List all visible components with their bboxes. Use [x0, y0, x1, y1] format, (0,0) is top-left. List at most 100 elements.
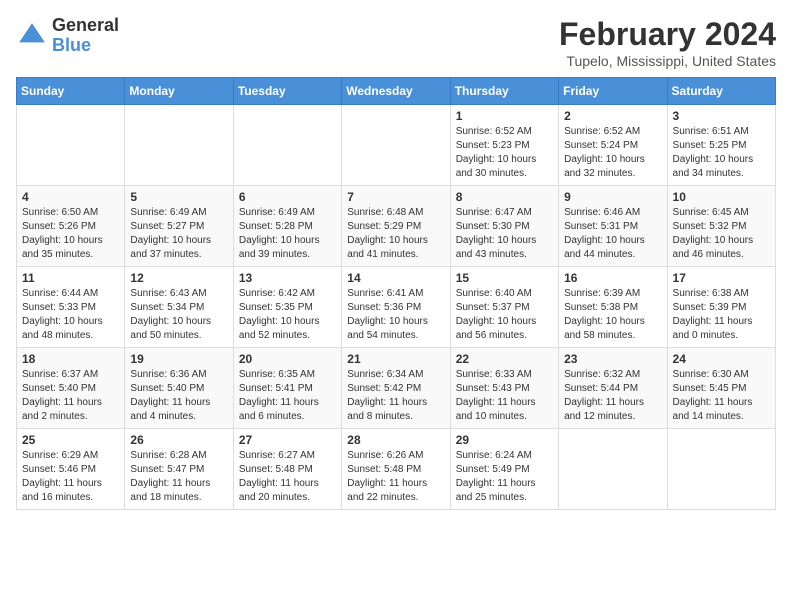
day-info: Sunrise: 6:39 AM Sunset: 5:38 PM Dayligh… — [564, 287, 661, 343]
day-number: 1 — [456, 109, 553, 123]
day-info: Sunrise: 6:48 AM Sunset: 5:29 PM Dayligh… — [347, 206, 444, 262]
calendar-day-cell: 2 Sunrise: 6:52 AM Sunset: 5:24 PM Daylig… — [559, 105, 667, 186]
calendar-day-cell: 29Sunrise: 6:24 AM Sunset: 5:49 PM Dayli… — [450, 429, 558, 510]
calendar-day-cell: 3Sunrise: 6:51 AM Sunset: 5:25 PM Daylig… — [667, 105, 775, 186]
day-number: 2 — [564, 109, 661, 123]
day-info: Sunrise: 6:42 AM Sunset: 5:35 PM Dayligh… — [239, 287, 336, 343]
calendar-day-cell: 19Sunrise: 6:36 AM Sunset: 5:40 PM Dayli… — [125, 348, 233, 429]
logo-icon — [16, 20, 48, 52]
day-info: Sunrise: 6:40 AM Sunset: 5:37 PM Dayligh… — [456, 287, 553, 343]
calendar-day-cell — [559, 429, 667, 510]
logo-text: General Blue — [52, 16, 119, 56]
calendar-week-row: 18 Sunrise: 6:37 AM Sunset: 5:40 PM Dayli… — [17, 348, 776, 429]
calendar-day-cell: 14 Sunrise: 6:41 AM Sunset: 5:36 PM Dayli… — [342, 267, 450, 348]
day-number: 6 — [239, 190, 336, 204]
day-number: 15 — [456, 271, 553, 285]
day-info: Sunrise: 6:43 AM Sunset: 5:34 PM Dayligh… — [130, 287, 227, 343]
day-info: Sunrise: 6:26 AM Sunset: 5:48 PM Dayligh… — [347, 449, 444, 505]
day-info: Sunrise: 6:30 AM Sunset: 5:45 PM Dayligh… — [673, 368, 770, 424]
day-info: Sunrise: 6:27 AM Sunset: 5:48 PM Dayligh… — [239, 449, 336, 505]
day-number: 22 — [456, 352, 553, 366]
month-title: February 2024 — [559, 16, 776, 53]
day-info: Sunrise: 6:41 AM Sunset: 5:36 PM Dayligh… — [347, 287, 444, 343]
day-info: Sunrise: 6:37 AM Sunset: 5:40 PM Dayligh… — [22, 368, 119, 424]
day-info: Sunrise: 6:36 AM Sunset: 5:40 PM Dayligh… — [130, 368, 227, 424]
day-info: Sunrise: 6:33 AM Sunset: 5:43 PM Dayligh… — [456, 368, 553, 424]
day-number: 10 — [673, 190, 770, 204]
calendar-day-cell — [667, 429, 775, 510]
calendar-day-cell: 27 Sunrise: 6:27 AM Sunset: 5:48 PM Dayli… — [233, 429, 341, 510]
day-info: Sunrise: 6:49 AM Sunset: 5:28 PM Dayligh… — [239, 206, 336, 262]
logo-blue-text: Blue — [52, 36, 119, 56]
day-number: 12 — [130, 271, 227, 285]
day-number: 18 — [22, 352, 119, 366]
calendar-day-cell: 16 Sunrise: 6:39 AM Sunset: 5:38 PM Dayli… — [559, 267, 667, 348]
day-info: Sunrise: 6:38 AM Sunset: 5:39 PM Dayligh… — [673, 287, 770, 343]
day-of-week-header: Monday — [125, 78, 233, 105]
day-info: Sunrise: 6:45 AM Sunset: 5:32 PM Dayligh… — [673, 206, 770, 262]
calendar-day-cell: 25 Sunrise: 6:29 AM Sunset: 5:46 PM Dayli… — [17, 429, 125, 510]
day-number: 4 — [22, 190, 119, 204]
day-number: 13 — [239, 271, 336, 285]
location-text: Tupelo, Mississippi, United States — [559, 53, 776, 69]
calendar-day-cell: 12 Sunrise: 6:43 AM Sunset: 5:34 PM Dayli… — [125, 267, 233, 348]
day-of-week-header: Friday — [559, 78, 667, 105]
day-of-week-header: Tuesday — [233, 78, 341, 105]
day-of-week-header: Thursday — [450, 78, 558, 105]
day-number: 27 — [239, 433, 336, 447]
calendar-day-cell: 1 Sunrise: 6:52 AM Sunset: 5:23 PM Daylig… — [450, 105, 558, 186]
day-info: Sunrise: 6:32 AM Sunset: 5:44 PM Dayligh… — [564, 368, 661, 424]
day-info: Sunrise: 6:44 AM Sunset: 5:33 PM Dayligh… — [22, 287, 119, 343]
day-info: Sunrise: 6:52 AM Sunset: 5:24 PM Dayligh… — [564, 125, 661, 181]
page-header: General Blue February 2024 Tupelo, Missi… — [16, 16, 776, 69]
calendar-day-cell: 6 Sunrise: 6:49 AM Sunset: 5:28 PM Daylig… — [233, 186, 341, 267]
day-number: 11 — [22, 271, 119, 285]
day-info: Sunrise: 6:50 AM Sunset: 5:26 PM Dayligh… — [22, 206, 119, 262]
logo: General Blue — [16, 16, 119, 56]
day-info: Sunrise: 6:47 AM Sunset: 5:30 PM Dayligh… — [456, 206, 553, 262]
calendar-day-cell — [342, 105, 450, 186]
day-number: 16 — [564, 271, 661, 285]
calendar-day-cell — [125, 105, 233, 186]
calendar-day-cell: 11 Sunrise: 6:44 AM Sunset: 5:33 PM Dayli… — [17, 267, 125, 348]
calendar-day-cell: 15 Sunrise: 6:40 AM Sunset: 5:37 PM Dayli… — [450, 267, 558, 348]
calendar-day-cell: 21Sunrise: 6:34 AM Sunset: 5:42 PM Dayli… — [342, 348, 450, 429]
calendar-day-cell: 20Sunrise: 6:35 AM Sunset: 5:41 PM Dayli… — [233, 348, 341, 429]
day-info: Sunrise: 6:29 AM Sunset: 5:46 PM Dayligh… — [22, 449, 119, 505]
calendar-day-cell: 24 Sunrise: 6:30 AM Sunset: 5:45 PM Dayli… — [667, 348, 775, 429]
calendar-day-cell: 9 Sunrise: 6:46 AM Sunset: 5:31 PM Daylig… — [559, 186, 667, 267]
calendar-week-row: 1 Sunrise: 6:52 AM Sunset: 5:23 PM Daylig… — [17, 105, 776, 186]
day-number: 9 — [564, 190, 661, 204]
calendar-table: SundayMondayTuesdayWednesdayThursdayFrid… — [16, 77, 776, 510]
day-number: 8 — [456, 190, 553, 204]
day-info: Sunrise: 6:52 AM Sunset: 5:23 PM Dayligh… — [456, 125, 553, 181]
calendar-day-cell: 13 Sunrise: 6:42 AM Sunset: 5:35 PM Dayli… — [233, 267, 341, 348]
calendar-day-cell: 5 Sunrise: 6:49 AM Sunset: 5:27 PM Daylig… — [125, 186, 233, 267]
calendar-day-cell: 10 Sunrise: 6:45 AM Sunset: 5:32 PM Dayli… — [667, 186, 775, 267]
day-info: Sunrise: 6:28 AM Sunset: 5:47 PM Dayligh… — [130, 449, 227, 505]
day-info: Sunrise: 6:34 AM Sunset: 5:42 PM Dayligh… — [347, 368, 444, 424]
day-number: 14 — [347, 271, 444, 285]
calendar-week-row: 4 Sunrise: 6:50 AM Sunset: 5:26 PM Daylig… — [17, 186, 776, 267]
day-number: 24 — [673, 352, 770, 366]
day-info: Sunrise: 6:46 AM Sunset: 5:31 PM Dayligh… — [564, 206, 661, 262]
day-number: 5 — [130, 190, 227, 204]
calendar-day-cell — [233, 105, 341, 186]
calendar-day-cell: 7 Sunrise: 6:48 AM Sunset: 5:29 PM Daylig… — [342, 186, 450, 267]
day-number: 26 — [130, 433, 227, 447]
calendar-day-cell — [17, 105, 125, 186]
day-info: Sunrise: 6:24 AM Sunset: 5:49 PM Dayligh… — [456, 449, 553, 505]
day-info: Sunrise: 6:49 AM Sunset: 5:27 PM Dayligh… — [130, 206, 227, 262]
day-info: Sunrise: 6:51 AM Sunset: 5:25 PM Dayligh… — [673, 125, 770, 181]
calendar-day-cell: 17 Sunrise: 6:38 AM Sunset: 5:39 PM Dayli… — [667, 267, 775, 348]
calendar-header-row: SundayMondayTuesdayWednesdayThursdayFrid… — [17, 78, 776, 105]
calendar-day-cell: 8 Sunrise: 6:47 AM Sunset: 5:30 PM Daylig… — [450, 186, 558, 267]
day-number: 17 — [673, 271, 770, 285]
day-of-week-header: Saturday — [667, 78, 775, 105]
day-number: 7 — [347, 190, 444, 204]
day-number: 25 — [22, 433, 119, 447]
calendar-day-cell: 4 Sunrise: 6:50 AM Sunset: 5:26 PM Daylig… — [17, 186, 125, 267]
day-of-week-header: Sunday — [17, 78, 125, 105]
logo-general-text: General — [52, 16, 119, 36]
title-block: February 2024 Tupelo, Mississippi, Unite… — [559, 16, 776, 69]
